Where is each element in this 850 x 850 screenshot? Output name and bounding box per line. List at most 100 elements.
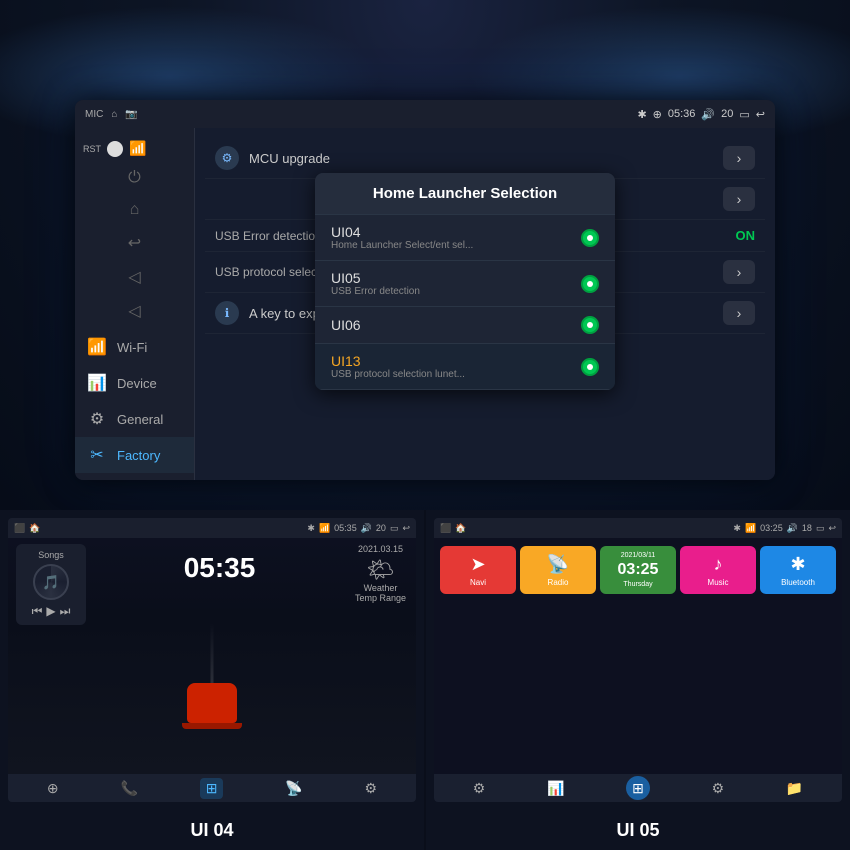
ui04-bt-icon: ✱ [307, 523, 315, 534]
usb-error-toggle[interactable]: ON [736, 228, 756, 243]
settings-main-content: ⚙ MCU upgrade › › USB Error detection ON [195, 128, 775, 480]
ui04-battery: 20 [376, 523, 386, 533]
battery-icon: ▭ [739, 108, 749, 121]
power-icon[interactable]: ⏻ [128, 169, 141, 187]
home-launcher-dropdown[interactable]: Home Launcher Selection UI04 Home Launch… [315, 173, 615, 390]
volume-down-icon[interactable]: ◁ [128, 267, 140, 287]
sidebar-item-wifi[interactable]: 📶 Wi-Fi [75, 329, 194, 365]
wifi-icon: 📶 [87, 337, 107, 357]
battery-level: 20 [721, 108, 733, 120]
volume-status-icon: 🔊 [701, 108, 715, 121]
ui04-screen: ⬛ 🏠 ✱ 📶 05:35 🔊 20 ▭ ↩ [8, 518, 416, 802]
bluetooth-label: Bluetooth [781, 578, 815, 587]
dropdown-item-ui05[interactable]: UI05 USB Error detection [315, 261, 615, 307]
row2-chevron[interactable]: › [723, 187, 755, 211]
ui05-sb-square: ⬛ [440, 523, 451, 534]
ui04-nav-compass[interactable]: ⊕ [47, 780, 59, 797]
next-btn[interactable]: ⏭ [60, 604, 71, 619]
ui04-vol-icon: 🔊 [361, 523, 372, 534]
device-icon: 📊 [87, 373, 107, 393]
tile-clock[interactable]: 2021/03/11 03:25 Thursday [600, 546, 676, 594]
general-label: General [117, 412, 163, 427]
sub-screens-row: ⬛ 🏠 ✱ 📶 05:35 🔊 20 ▭ ↩ [0, 510, 850, 810]
sidebar-quick-icons: ⏻ ⌂ ↩ ◁ ◁ [75, 161, 194, 329]
music-label: Music [708, 578, 729, 587]
ui05-screen: ⬛ 🏠 ✱ 📶 03:25 🔊 18 ▭ ↩ [434, 518, 842, 802]
ui05-status-bar: ⬛ 🏠 ✱ 📶 03:25 🔊 18 ▭ ↩ [434, 518, 842, 538]
ui05-sublabel: USB Error detection [331, 286, 420, 297]
ui05-spacer [434, 598, 842, 774]
volume-up-icon[interactable]: ◁ [128, 301, 140, 321]
ui04-sb-square: ⬛ [14, 523, 25, 534]
main-car-screen: MIC ⌂ 📷 ✱ ⊕ 05:36 🔊 20 ▭ ↩ RST 📶 ⏻ ⌂ ↩ [75, 100, 775, 480]
ui05-nav-gear[interactable]: ⚙ [712, 780, 725, 797]
ui04-music-widget: Songs 🎵 ⏮ ▶ ⏭ [16, 544, 86, 625]
mcu-label: MCU upgrade [249, 151, 330, 166]
ui05-wrapper: ⬛ 🏠 ✱ 📶 03:25 🔊 18 ▭ ↩ [426, 510, 850, 810]
songs-label: Songs [38, 550, 64, 560]
ui13-radio[interactable] [581, 358, 599, 376]
dropdown-item-ui04[interactable]: UI04 Home Launcher Select/ent sel... [315, 215, 615, 261]
ui04-weather-widget: 2021.03.15 🌤 Weather Temp Range [353, 544, 408, 603]
ui05-wifi-icon: 📶 [745, 523, 756, 534]
ui04-batt-icon: ▭ [390, 523, 399, 534]
dropdown-item-ui13[interactable]: UI13 USB protocol selection lunet... [315, 344, 615, 390]
clock-time: 03:25 [618, 562, 659, 578]
ui04-radio[interactable] [581, 229, 599, 247]
ui04-wifi-icon: 📶 [319, 523, 330, 534]
ui04-nav-phone[interactable]: 📞 [120, 780, 137, 797]
camera-icon: 📷 [125, 109, 137, 120]
ui04-nav-grid[interactable]: ⊞ [200, 778, 224, 799]
car-3d-view [187, 683, 237, 723]
play-btn[interactable]: ▶ [46, 604, 55, 619]
prev-btn[interactable]: ⏮ [32, 604, 43, 619]
wifi-status-icon: ⊕ [653, 108, 662, 121]
sidebar-item-user[interactable]: 👤 User [75, 473, 194, 480]
dropdown-item-ui06[interactable]: UI06 [315, 307, 615, 344]
ui13-label: UI13 [331, 353, 465, 369]
back-nav-icon[interactable]: ↩ [128, 233, 141, 253]
navi-icon: ➤ [470, 554, 485, 575]
tile-radio[interactable]: 📡 Radio [520, 546, 596, 594]
usb-proto-chevron[interactable]: › [723, 260, 755, 284]
music-controls[interactable]: ⏮ ▶ ⏭ [32, 604, 71, 619]
ui05-radio[interactable] [581, 275, 599, 293]
music-icon: ♪ [714, 554, 723, 575]
sidebar-home-icon[interactable]: ⌂ [130, 201, 140, 219]
tile-navi[interactable]: ➤ Navi [440, 546, 516, 594]
factory-icon: ✂ [87, 445, 107, 465]
ui05-bottom-nav: ⚙ 📊 ⊞ ⚙ 📁 [434, 774, 842, 802]
sidebar-item-device[interactable]: 📊 Device [75, 365, 194, 401]
export-info-icon: ℹ [215, 301, 239, 325]
tile-music[interactable]: ♪ Music [680, 546, 756, 594]
home-icon: ⌂ [111, 109, 117, 120]
ui05-nav-chart[interactable]: 📊 [547, 780, 564, 797]
export-chevron[interactable]: › [723, 301, 755, 325]
ui05-back[interactable]: ↩ [828, 523, 836, 534]
ui04-back[interactable]: ↩ [402, 523, 410, 534]
ui05-nav-folder[interactable]: 📁 [786, 780, 803, 797]
clock-day: Thursday [623, 581, 652, 588]
settings-sidebar: RST 📶 ⏻ ⌂ ↩ ◁ ◁ 📶 Wi-Fi 📊 Device ⚙ G [75, 128, 195, 480]
ui06-radio[interactable] [581, 316, 599, 334]
ui05-vol-icon: 🔊 [787, 523, 798, 534]
tile-bluetooth[interactable]: ✱ Bluetooth [760, 546, 836, 594]
ui04-nav-signal[interactable]: 📡 [285, 780, 302, 797]
mcu-chevron[interactable]: › [723, 146, 755, 170]
ui04-bottom-nav: ⊕ 📞 ⊞ 📡 ⚙ [8, 774, 416, 802]
status-left: MIC ⌂ 📷 [85, 109, 138, 120]
back-icon[interactable]: ↩ [756, 108, 765, 121]
navi-label: Navi [470, 578, 486, 587]
radio-label: Radio [548, 578, 569, 587]
usb-error-label: USB Error detection [215, 229, 322, 243]
radio-icon: 📡 [547, 554, 569, 575]
ui04-top-bar: Songs 🎵 ⏮ ▶ ⏭ 05:35 [8, 538, 416, 631]
ui05-sb-home: 🏠 [455, 523, 466, 534]
ui04-nav-settings[interactable]: ⚙ [365, 780, 378, 797]
rst-button[interactable] [107, 141, 123, 157]
sidebar-item-general[interactable]: ⚙ General [75, 401, 194, 437]
ui05-time: 03:25 [760, 523, 783, 533]
ui05-nav-settings[interactable]: ⚙ [473, 780, 486, 797]
ui05-nav-grid[interactable]: ⊞ [626, 776, 650, 800]
sidebar-item-factory[interactable]: ✂ Factory [75, 437, 194, 473]
